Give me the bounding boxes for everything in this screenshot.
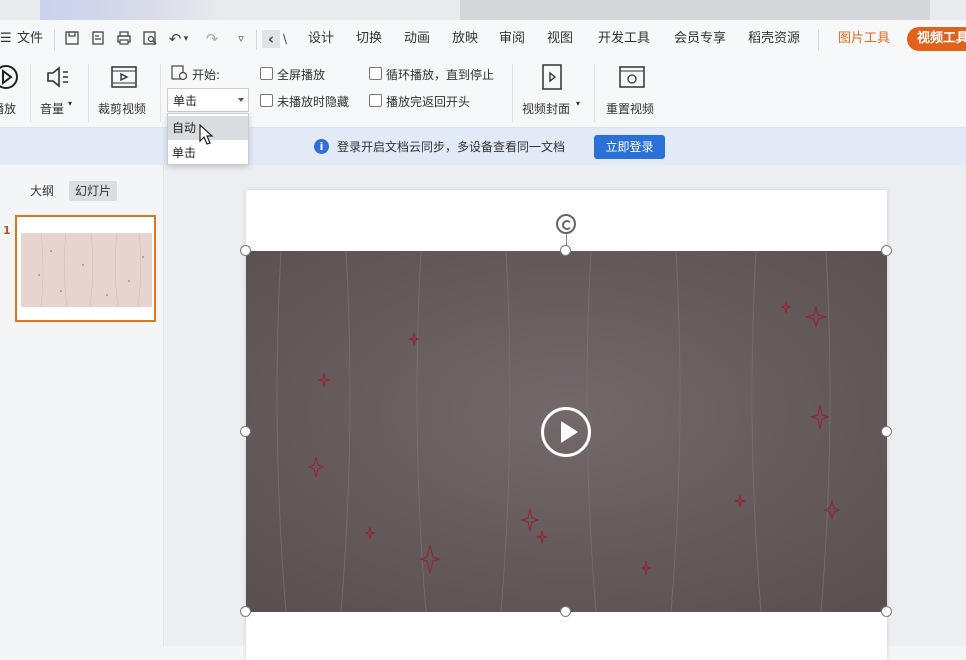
notification-message: 登录开启文档云同步，多设备查看同一文档	[337, 140, 566, 154]
slide-panel: 大纲 幻灯片 1	[0, 165, 164, 646]
undo-dropdown-icon[interactable]: ▾	[181, 30, 191, 48]
start-label: 开始:	[192, 68, 221, 82]
tab-docer[interactable]: 稻壳资源	[748, 20, 800, 58]
volume-label: 音量	[40, 102, 65, 116]
play-button[interactable]: 播放	[0, 63, 22, 123]
blurred-title-area	[40, 0, 220, 20]
tab-video-tools[interactable]: 视频工具	[907, 27, 966, 51]
volume-dropdown-icon: ▾	[68, 99, 73, 108]
video-cover-label: 视频封面	[522, 102, 571, 116]
volume-button[interactable]: 音量 ▾	[38, 63, 82, 123]
tab-review[interactable]: 审阅	[499, 20, 525, 58]
tab-member[interactable]: 会员专享	[674, 20, 726, 58]
divider	[30, 64, 31, 122]
tab-outline[interactable]: 大纲	[24, 181, 60, 201]
reset-video-label: 重置视频	[606, 102, 655, 116]
print-icon[interactable]	[115, 30, 133, 48]
loop-label[interactable]: 循环播放，直到停止	[386, 66, 494, 83]
tab-animation[interactable]: 动画	[404, 20, 430, 58]
video-cover-dropdown-icon: ▾	[576, 99, 581, 108]
notification-bar: i 登录开启文档云同步，多设备查看同一文档 立即登录	[0, 128, 966, 165]
start-select[interactable]: 单击	[167, 88, 249, 112]
tab-slides[interactable]: 幻灯片	[69, 181, 118, 201]
resize-handle-right[interactable]	[881, 426, 892, 437]
redo-icon[interactable]: ↷	[203, 30, 221, 48]
mouse-cursor-icon	[199, 124, 214, 145]
login-button[interactable]: 立即登录	[594, 135, 665, 159]
reset-video-icon	[619, 66, 645, 88]
hide-when-not-playing-checkbox[interactable]	[260, 94, 273, 107]
loop-checkbox[interactable]	[369, 67, 382, 80]
blurred-title-area-right	[460, 0, 930, 20]
start-select-value: 单击	[173, 94, 198, 108]
fullscreen-label[interactable]: 全屏播放	[277, 66, 325, 83]
menu-bar: ☰ 文件 ↶ ▾ ↷ ▿ ‹ \ 设计 切换 动画 放映 审阅 视图 开发工具 …	[0, 20, 966, 58]
thumbnail-video-image	[21, 232, 152, 308]
backslash-icon: \	[282, 32, 288, 46]
hamburger-icon[interactable]: ☰	[0, 20, 12, 58]
save-icon[interactable]	[63, 30, 81, 48]
slide-number: 1	[3, 224, 11, 237]
trim-video-label: 裁剪视频	[98, 102, 147, 116]
title-strip	[0, 0, 966, 20]
trim-video-icon	[111, 66, 137, 88]
divider	[256, 30, 257, 50]
divider	[594, 64, 595, 122]
resize-handle-top-left[interactable]	[240, 245, 251, 256]
resize-handle-top[interactable]	[560, 245, 571, 256]
tab-picture-tools[interactable]: 图片工具	[838, 20, 890, 58]
divider	[88, 64, 89, 122]
hide-when-not-playing-label[interactable]: 未播放时隐藏	[277, 93, 349, 110]
resize-handle-top-right[interactable]	[881, 245, 892, 256]
tab-developer[interactable]: 开发工具	[598, 20, 650, 58]
tab-slideshow[interactable]: 放映	[452, 20, 478, 58]
tab-design[interactable]: 设计	[308, 20, 334, 58]
start-icon	[171, 65, 187, 81]
quick-access-dropdown-icon[interactable]: ▿	[232, 30, 250, 48]
video-cover-button[interactable]: 视频封面 ▾	[520, 63, 584, 123]
trim-video-button[interactable]: 裁剪视频	[98, 63, 154, 123]
video-cover-icon	[542, 64, 562, 90]
divider	[54, 30, 55, 50]
rewind-checkbox[interactable]	[369, 94, 382, 107]
video-play-button-icon[interactable]	[541, 407, 591, 457]
print-preview-icon[interactable]	[141, 30, 159, 48]
divider	[512, 64, 513, 122]
rotate-handle-icon[interactable]	[556, 214, 576, 234]
chevron-down-icon	[238, 98, 244, 102]
tab-transition[interactable]: 切换	[356, 20, 382, 58]
fullscreen-checkbox[interactable]	[260, 67, 273, 80]
resize-handle-bottom-left[interactable]	[240, 606, 251, 617]
slide-thumbnail[interactable]	[15, 215, 156, 322]
info-icon: i	[314, 139, 329, 154]
reset-video-button[interactable]: 重置视频	[604, 63, 660, 123]
tab-view[interactable]: 视图	[547, 20, 573, 58]
resize-handle-bottom-right[interactable]	[881, 606, 892, 617]
divider	[818, 30, 819, 50]
ribbon: 播放 音量 ▾ 裁剪视频 开始: 全屏播放 未播放时隐藏 循环播放，直到停止 播…	[0, 58, 966, 128]
play-label: 播放	[0, 102, 17, 116]
play-circle-icon	[0, 65, 18, 89]
resize-handle-left[interactable]	[240, 426, 251, 437]
resize-handle-bottom[interactable]	[560, 606, 571, 617]
export-pdf-icon[interactable]	[89, 30, 107, 48]
divider	[160, 64, 161, 122]
rewind-label[interactable]: 播放完返回开头	[386, 93, 470, 110]
menu-file[interactable]: 文件	[17, 20, 43, 58]
speaker-icon	[47, 66, 68, 88]
thumbnail-pattern-image	[38, 232, 144, 308]
